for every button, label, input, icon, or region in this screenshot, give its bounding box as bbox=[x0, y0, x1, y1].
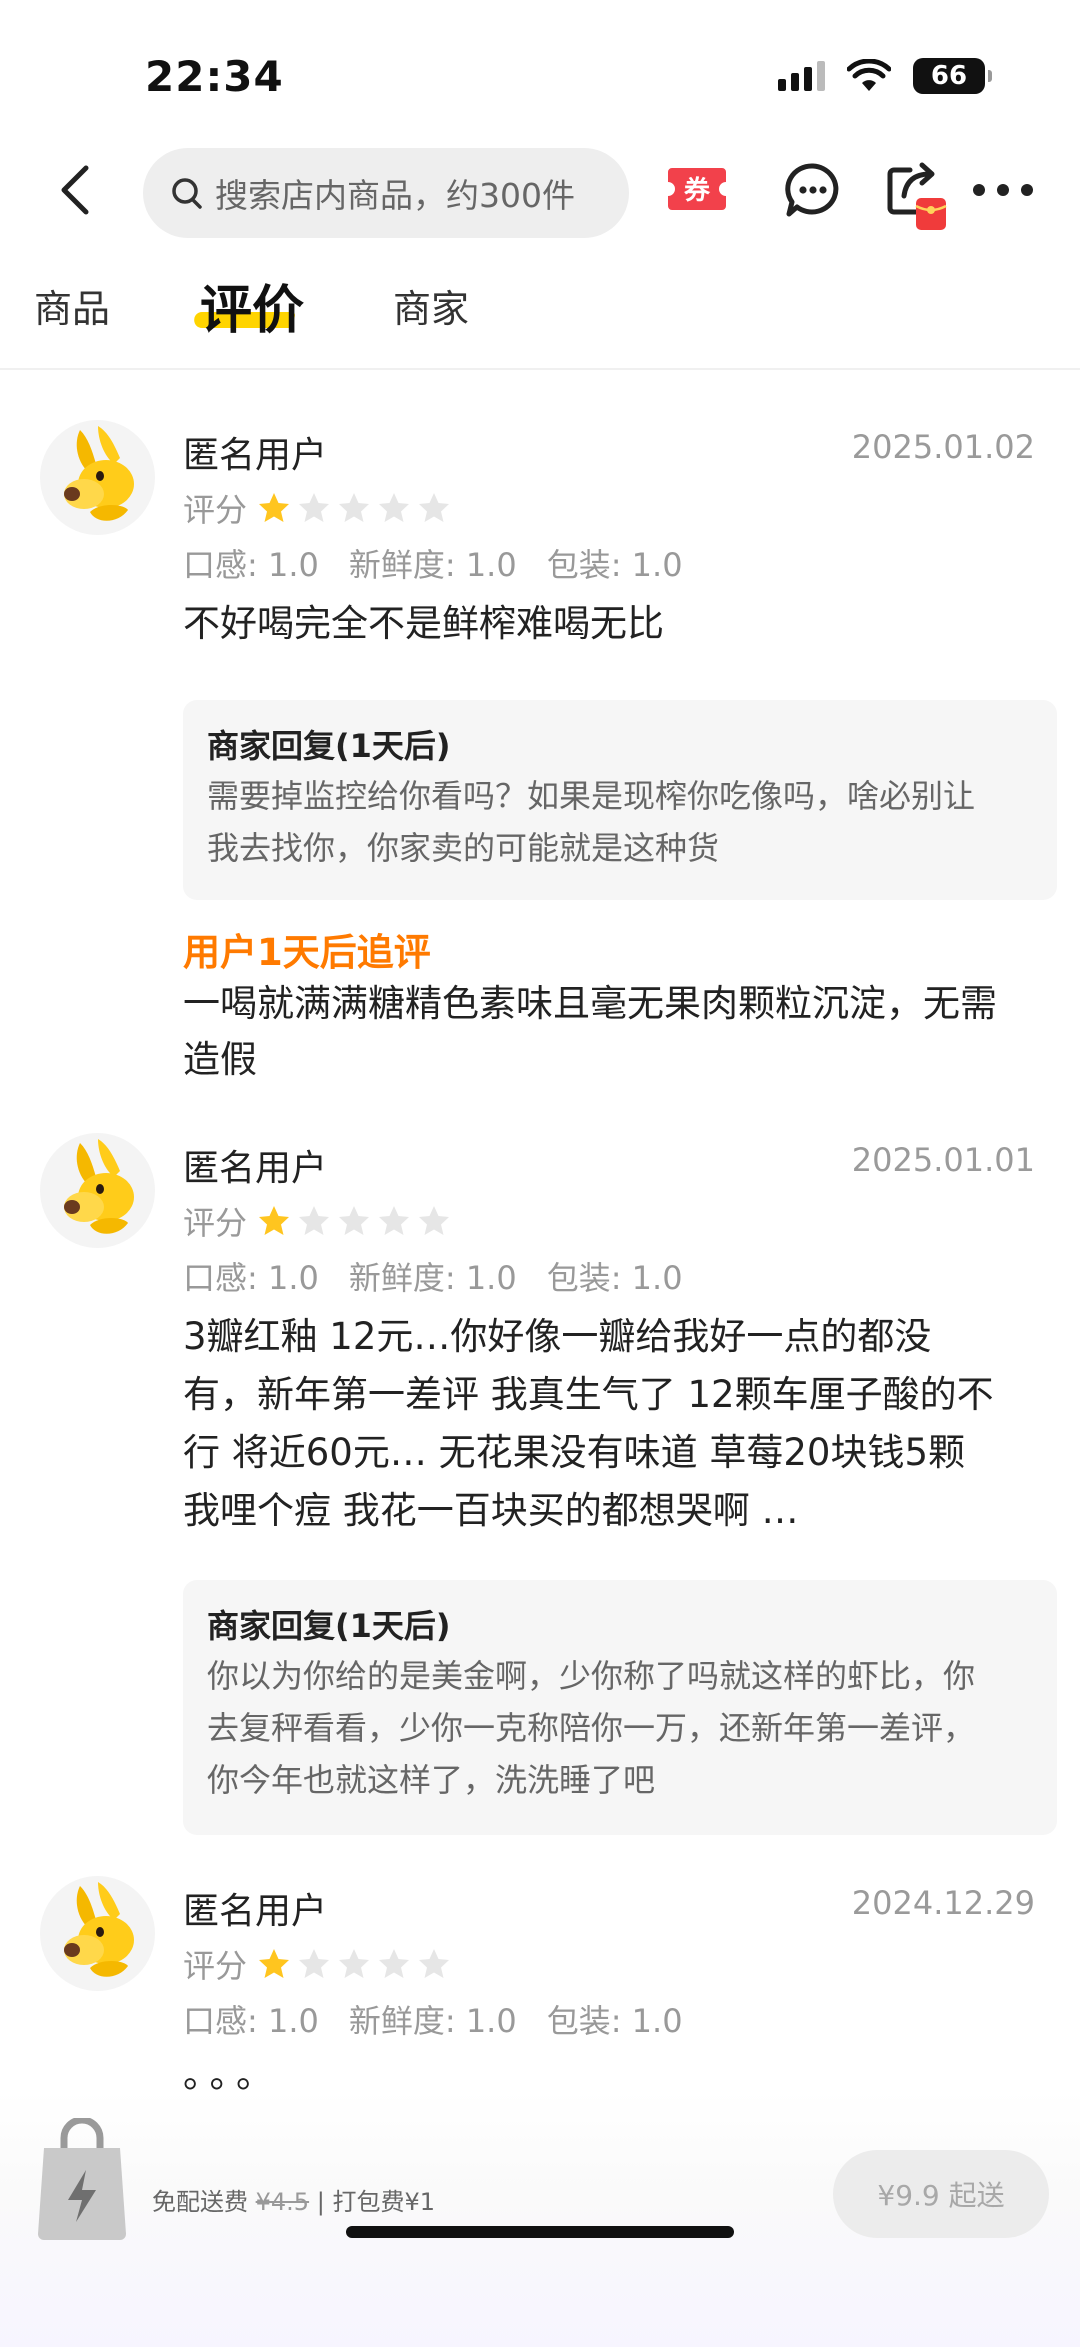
delivery-info: 免配送费 ¥4.5 | 打包费¥1 bbox=[152, 2182, 435, 2217]
star-rating bbox=[257, 491, 451, 525]
avatar[interactable] bbox=[40, 1133, 155, 1248]
header-bar: 搜索店内商品，约300件 券 bbox=[0, 140, 1080, 245]
score-packaging: 包装: 1.0 bbox=[546, 546, 683, 584]
kangaroo-avatar-icon bbox=[64, 1882, 134, 1977]
merchant-reply: 商家回复(1天后) 你以为你给的是美金啊，少你称了吗就这样的虾比，你 去复秤看看… bbox=[183, 1580, 1057, 1835]
reply-line: 你以为你给的是美金啊，少你称了吗就这样的虾比，你 bbox=[207, 1657, 976, 1695]
star-empty-icon bbox=[339, 1949, 370, 1978]
score-freshness: 新鲜度: 1.0 bbox=[348, 546, 517, 584]
star-empty-icon bbox=[419, 1949, 450, 1978]
search-placeholder: 搜索店内商品，约300件 bbox=[215, 176, 575, 215]
reply-title: 商家回复(1天后) bbox=[207, 1607, 451, 1645]
followup-text: 一喝就满满糖精色素味且毫无果肉颗粒沉淀，无需 造假 bbox=[183, 976, 1053, 1088]
tab-products[interactable]: 商品 bbox=[34, 278, 110, 333]
reply-line: 去复秤看看，少你一克称陪你一万，还新年第一差评， bbox=[207, 1709, 976, 1747]
packing-fee: 打包费¥1 bbox=[332, 2188, 435, 2216]
review-text: 不好喝完全不是鲜榨难喝无比 bbox=[183, 602, 664, 645]
home-indicator bbox=[346, 2226, 734, 2238]
search-input[interactable]: 搜索店内商品，约300件 bbox=[143, 148, 629, 238]
rating-label: 评分 bbox=[183, 491, 248, 529]
score-freshness: 新鲜度: 1.0 bbox=[348, 2002, 517, 2040]
rating-row: 评分 bbox=[183, 485, 451, 531]
review-line: 有，新年第一差评 我真生气了 12颗车厘子酸的不 bbox=[183, 1373, 994, 1416]
kangaroo-avatar-icon bbox=[64, 426, 134, 521]
tab-reviews[interactable]: 评价 bbox=[200, 268, 304, 343]
reply-line: 需要掉监控给你看吗？如果是现榨你吃像吗，啥必别让 bbox=[207, 777, 976, 815]
rating-label: 评分 bbox=[183, 1204, 248, 1242]
original-delivery-fee: ¥4.5 bbox=[255, 2188, 310, 2216]
score-taste: 口感: 1.0 bbox=[183, 546, 319, 584]
rating-label: 评分 bbox=[183, 1947, 248, 1985]
user-name: 匿名用户 bbox=[183, 1891, 328, 1932]
star-empty-icon bbox=[299, 493, 330, 522]
followup-line: 一喝就满满糖精色素味且毫无果肉颗粒沉淀，无需 bbox=[183, 982, 997, 1025]
review-date: 2025.01.02 bbox=[851, 428, 1035, 466]
user-name: 匿名用户 bbox=[183, 1148, 328, 1189]
score-taste: 口感: 1.0 bbox=[183, 1259, 319, 1297]
bottom-cart-bar: 免配送费 ¥4.5 | 打包费¥1 ¥9.9 起送 bbox=[0, 2090, 1080, 2347]
chat-icon[interactable] bbox=[785, 162, 841, 218]
reply-title: 商家回复(1天后) bbox=[207, 727, 451, 765]
review-text: 3瓣红釉 12元…你好像一瓣给我好一点的都没 有，新年第一差评 我真生气了 12… bbox=[183, 1308, 1053, 1540]
coupon-label: 券 bbox=[684, 176, 711, 206]
star-empty-icon bbox=[379, 1949, 410, 1978]
star-empty-icon bbox=[339, 493, 370, 522]
score-packaging: 包装: 1.0 bbox=[546, 1259, 683, 1297]
star-empty-icon bbox=[419, 1206, 450, 1235]
tab-merchant[interactable]: 商家 bbox=[393, 278, 469, 333]
wifi-icon bbox=[847, 59, 891, 91]
free-delivery-label: 免配送费 bbox=[152, 2188, 248, 2216]
star-empty-icon bbox=[299, 1206, 330, 1235]
fee-separator: | bbox=[316, 2188, 325, 2216]
min-order-button[interactable]: ¥9.9 起送 bbox=[833, 2150, 1049, 2238]
kangaroo-avatar-icon bbox=[64, 1139, 134, 1234]
status-time: 22:34 bbox=[145, 52, 284, 101]
status-icons: 66 bbox=[778, 58, 992, 94]
star-empty-icon bbox=[379, 493, 410, 522]
review-line: 我哩个痘 我花一百块买的都想哭啊 … bbox=[183, 1489, 799, 1532]
battery-icon: 66 bbox=[913, 58, 992, 94]
score-taste: 口感: 1.0 bbox=[183, 2002, 319, 2040]
tab-bar: 商品 评价 商家 bbox=[0, 260, 1080, 370]
coupon-icon[interactable]: 券 bbox=[666, 164, 728, 214]
star-filled-icon bbox=[259, 493, 290, 522]
score-details: 口感: 1.0 新鲜度: 1.0 包装: 1.0 bbox=[183, 540, 683, 586]
rating-row: 评分 bbox=[183, 1941, 451, 1987]
status-bar: 22:34 66 bbox=[0, 0, 1080, 140]
followup-line: 造假 bbox=[183, 1038, 257, 1081]
star-rating bbox=[257, 1204, 451, 1238]
review-line: 行 将近60元… 无花果没有味道 草莓20块钱5颗 bbox=[183, 1431, 965, 1474]
more-icon[interactable] bbox=[970, 180, 1036, 200]
merchant-reply: 商家回复(1天后) 需要掉监控给你看吗？如果是现榨你吃像吗，啥必别让 我去找你，… bbox=[183, 700, 1057, 900]
review-line: 3瓣红釉 12元…你好像一瓣给我好一点的都没 bbox=[183, 1315, 932, 1358]
cellular-signal-icon bbox=[778, 61, 825, 91]
score-details: 口感: 1.0 新鲜度: 1.0 包装: 1.0 bbox=[183, 1996, 683, 2042]
star-rating bbox=[257, 1947, 451, 1981]
star-filled-icon bbox=[259, 1206, 290, 1235]
score-packaging: 包装: 1.0 bbox=[546, 2002, 683, 2040]
back-arrow-icon[interactable] bbox=[48, 160, 108, 220]
star-empty-icon bbox=[419, 493, 450, 522]
star-empty-icon bbox=[339, 1206, 370, 1235]
rating-row: 评分 bbox=[183, 1198, 451, 1244]
review-date: 2025.01.01 bbox=[851, 1141, 1035, 1179]
score-details: 口感: 1.0 新鲜度: 1.0 包装: 1.0 bbox=[183, 1253, 683, 1299]
review-date: 2024.12.29 bbox=[851, 1884, 1035, 1922]
search-icon bbox=[172, 178, 202, 209]
star-empty-icon bbox=[379, 1206, 410, 1235]
score-freshness: 新鲜度: 1.0 bbox=[348, 1259, 517, 1297]
user-name: 匿名用户 bbox=[183, 435, 328, 476]
avatar[interactable] bbox=[40, 1876, 155, 1991]
followup-label: 用户1天后追评 bbox=[183, 931, 431, 974]
avatar[interactable] bbox=[40, 420, 155, 535]
star-filled-icon bbox=[259, 1949, 290, 1978]
reply-line: 我去找你，你家卖的可能就是这种货 bbox=[207, 829, 720, 867]
shopping-bag-icon[interactable] bbox=[30, 2118, 134, 2244]
share-icon[interactable] bbox=[882, 160, 952, 232]
star-empty-icon bbox=[299, 1949, 330, 1978]
reply-line: 你今年也就这样了，洗洗睡了吧 bbox=[207, 1761, 656, 1799]
